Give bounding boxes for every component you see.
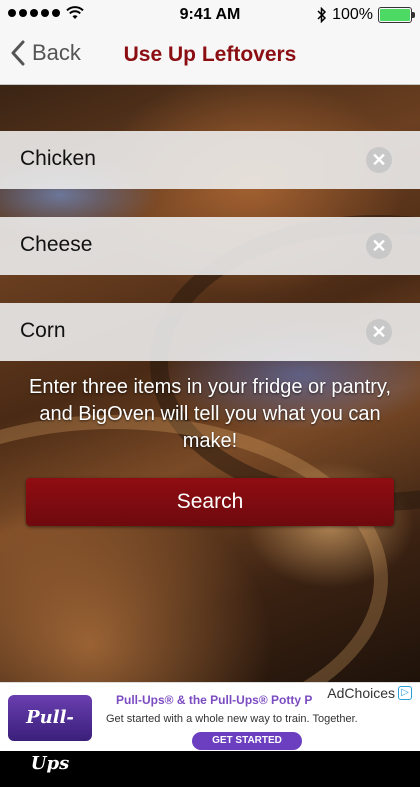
bluetooth-icon: [317, 7, 327, 23]
adchoices-icon: ▷: [398, 686, 412, 700]
pull-ups-logo[interactable]: Pull-Ups: [8, 695, 92, 774]
battery-level: [380, 9, 410, 21]
ingredient-field-2[interactable]: Cheese ✕: [0, 217, 420, 275]
ad-subtext[interactable]: Get started with a whole new way to trai…: [106, 713, 358, 725]
ingredient-value[interactable]: Chicken: [20, 147, 96, 171]
status-bar: 9:41 AM 100%: [0, 0, 420, 30]
ingredient-value[interactable]: Corn: [20, 319, 66, 343]
ingredient-field-1[interactable]: Chicken ✕: [0, 131, 420, 189]
ingredient-value[interactable]: Cheese: [20, 233, 92, 257]
ingredient-field-3[interactable]: Corn ✕: [0, 303, 420, 361]
battery-icon: [378, 7, 415, 23]
instruction-text: Enter three items in your fridge or pant…: [28, 376, 391, 452]
adchoices-button[interactable]: AdChoices ▷: [325, 685, 414, 701]
clear-icon[interactable]: ✕: [366, 147, 392, 173]
ad-headline[interactable]: Pull-Ups® & the Pull-Ups® Potty P: [116, 693, 326, 707]
ad-banner[interactable]: Pull-Ups Pull-Ups® & the Pull-Ups® Potty…: [0, 682, 420, 774]
clear-icon[interactable]: ✕: [366, 319, 392, 345]
battery-percent: 100%: [332, 6, 373, 23]
page-title: Use Up Leftovers: [123, 43, 297, 66]
get-started-button[interactable]: GET STARTED: [192, 732, 302, 750]
status-right: 100%: [317, 6, 415, 24]
navigation-bar: Back Use Up Leftovers: [0, 30, 420, 85]
clear-icon[interactable]: ✕: [366, 233, 392, 259]
search-button[interactable]: Search: [26, 478, 394, 526]
adchoices-label: AdChoices: [327, 685, 395, 701]
